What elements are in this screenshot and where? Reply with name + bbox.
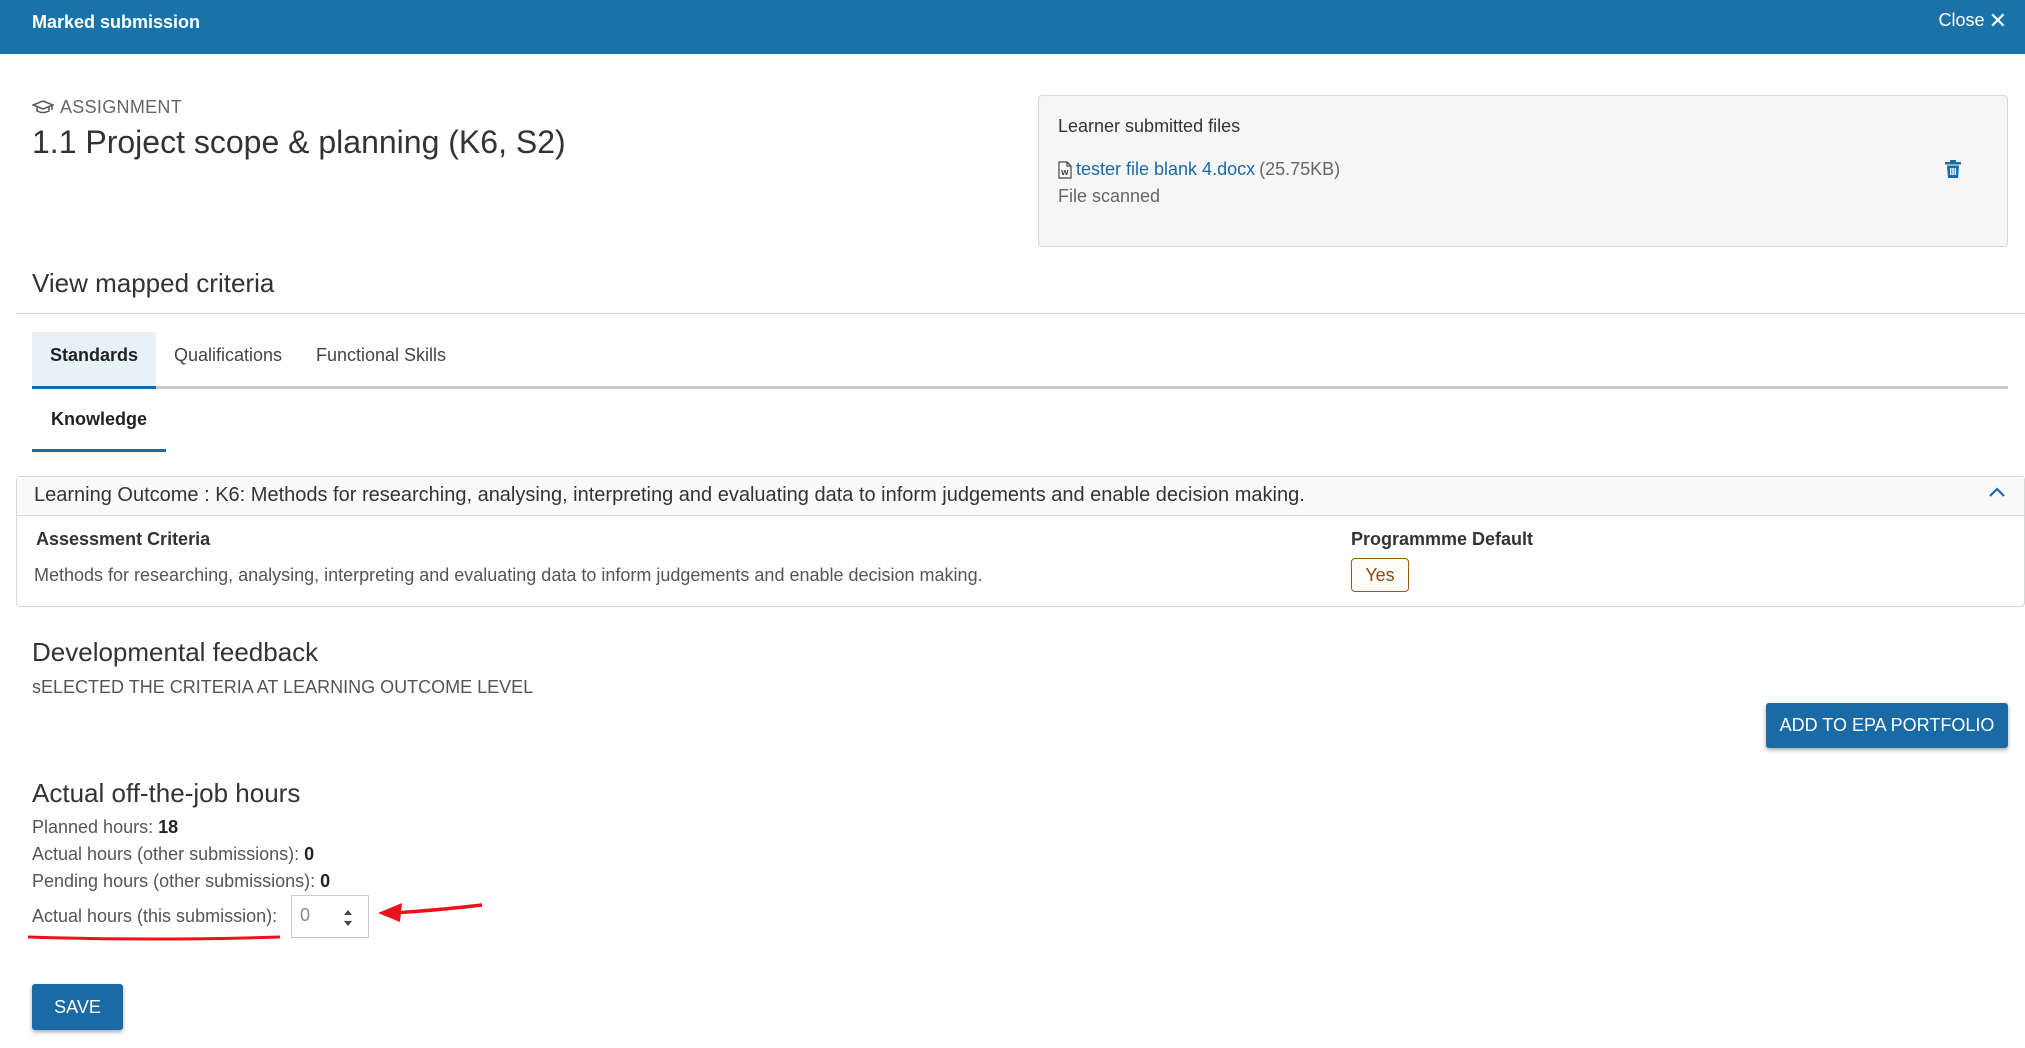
add-to-epa-portfolio-button[interactable]: ADD TO EPA PORTFOLIO [1766,703,2008,748]
mapped-criteria-heading: View mapped criteria [32,268,275,298]
tab-functional-skills[interactable]: Functional Skills [298,332,464,386]
close-label: Close [1938,10,1985,30]
tab-standards[interactable]: Standards [32,332,156,389]
delete-file-button[interactable] [1945,160,1961,183]
modal-title: Marked submission [32,12,201,32]
subtab-knowledge[interactable]: Knowledge [32,398,166,452]
divider [16,313,2025,314]
assessment-criteria-header: Assessment Criteria [36,529,211,549]
assignment-label: ASSIGNMENT [32,97,182,118]
chevron-up-icon [1988,485,2006,503]
planned-hours-label: Planned hours: [32,817,154,837]
learning-outcome-panel: Learning Outcome : K6: Methods for resea… [16,476,2025,607]
word-document-icon: W [1058,160,1072,179]
assessment-criteria-value: Methods for researching, analysing, inte… [34,565,983,585]
stepper-arrows-icon[interactable] [342,907,354,929]
file-size: (25.75KB) [1259,159,1341,179]
tab-qualifications[interactable]: Qualifications [156,332,300,386]
actual-hours-other-value: 0 [304,844,315,864]
pending-hours-other: Pending hours (other submissions): 0 [32,871,330,892]
pending-hours-other-value: 0 [320,871,331,891]
close-button[interactable]: Close ✕ [1938,7,2007,33]
actual-hours-stepper[interactable] [291,895,369,938]
actual-hours-input[interactable] [298,904,346,927]
hours-heading: Actual off-the-job hours [32,778,301,808]
actual-hours-this-label: Actual hours (this submission): [32,906,278,926]
planned-hours-value: 18 [158,817,179,837]
feedback-heading: Developmental feedback [32,637,319,667]
graduation-cap-icon [32,99,54,113]
annotation-arrow [393,903,483,915]
assignment-label-text: ASSIGNMENT [60,97,183,117]
save-button[interactable]: SAVE [32,984,123,1030]
trash-icon [1945,160,1961,178]
programme-default-badge: Yes [1351,558,1409,592]
pending-hours-other-label: Pending hours (other submissions): [32,871,316,891]
submitted-files-heading: Learner submitted files [1058,116,1241,136]
criteria-tabs: Standards Qualifications Functional Skil… [32,332,2008,389]
actual-hours-other-label: Actual hours (other submissions): [32,844,300,864]
annotation-underline [27,935,281,941]
submitted-files-panel: Learner submitted files W tester file bl… [1038,95,2008,247]
programme-default-header: Programmme Default [1351,529,1534,549]
actual-hours-other: Actual hours (other submissions): 0 [32,844,314,865]
planned-hours: Planned hours: 18 [32,817,178,838]
svg-text:W: W [1061,169,1069,177]
learning-outcome-header[interactable]: Learning Outcome : K6: Methods for resea… [17,477,2024,516]
annotation-arrowhead [378,903,402,922]
modal-header: Marked submission Close ✕ [0,0,2025,54]
feedback-text: sELECTED THE CRITERIA AT LEARNING OUTCOM… [32,677,534,697]
file-link[interactable]: tester file blank 4.docx [1076,159,1255,180]
close-icon: ✕ [1988,7,2007,33]
assignment-title: 1.1 Project scope & planning (K6, S2) [32,124,566,160]
file-scan-status: File scanned [1058,186,1161,206]
learning-outcome-title: Learning Outcome : K6: Methods for resea… [34,484,1305,506]
file-entry: W tester file blank 4.docx (25.75KB) [1058,159,1340,180]
